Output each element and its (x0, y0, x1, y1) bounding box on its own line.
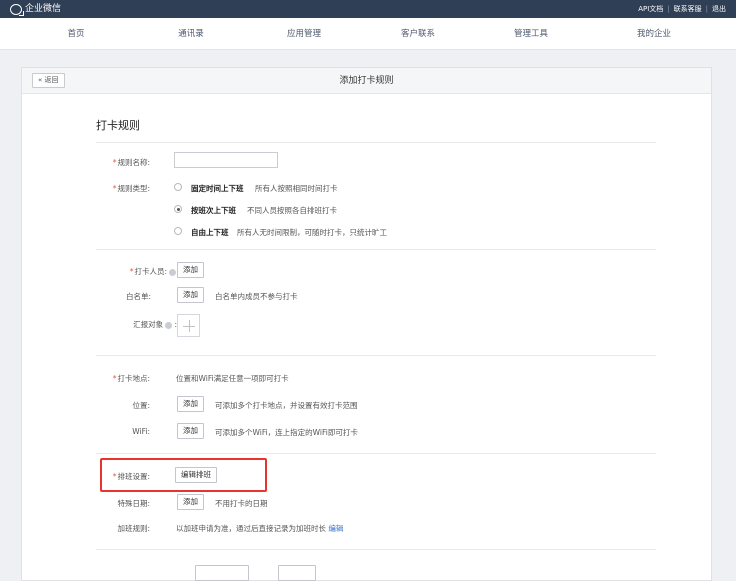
highlight-box (100, 458, 267, 492)
rule-type-desc: 所有人无时间限制，可随时打卡，只统计旷工 (237, 228, 387, 237)
save-button[interactable] (195, 565, 249, 581)
logout-link[interactable]: 退出 (712, 3, 726, 15)
chat-bubble-icon (10, 3, 24, 16)
members-label: *打卡人员: (130, 266, 176, 277)
contact-support-link[interactable]: 联系客服 (674, 3, 702, 15)
add-whitelist-button[interactable]: 添加 (177, 287, 204, 303)
top-bar: 企业微信 API文档 | 联系客服 | 退出 (0, 0, 736, 18)
wifi-desc: 可添加多个WiFi，连上指定的WiFi即可打卡 (215, 428, 358, 437)
nav-item-customers[interactable]: 客户联系 (401, 18, 435, 50)
rule-type-label: *规则类型: (112, 184, 150, 193)
whitelist-desc: 白名单内成员不参与打卡 (215, 292, 298, 301)
panel-header: 添加打卡规则 « 返回 (22, 68, 711, 94)
nav-item-contacts[interactable]: 通讯录 (178, 18, 204, 50)
top-links: API文档 | 联系客服 | 退出 (638, 3, 726, 15)
rule-name-label: *规则名称: (112, 158, 150, 167)
overtime-label: 加班规则: (117, 524, 150, 533)
app-title: 企业微信 (25, 4, 62, 14)
radio-free-time[interactable] (174, 227, 182, 235)
rule-type-name: 按班次上下班 (191, 206, 236, 215)
back-button[interactable]: « 返回 (32, 73, 65, 88)
rule-type-desc: 所有人按照相同时间打卡 (255, 184, 338, 193)
nav-item-tools[interactable]: 管理工具 (514, 18, 548, 50)
app-logo[interactable]: 企业微信 (10, 3, 62, 16)
nav-item-my-company[interactable]: 我的企业 (637, 18, 671, 50)
rule-type-name: 自由上下班 (191, 228, 229, 237)
divider (96, 549, 656, 550)
special-dates-label: 特殊日期: (117, 499, 150, 508)
position-label: 位置: (132, 401, 150, 410)
location-label: *打卡地点: (112, 374, 150, 383)
report-to-label: 汇报对象 : (133, 320, 177, 329)
special-dates-desc: 不用打卡的日期 (215, 499, 268, 508)
api-docs-link[interactable]: API文档 (638, 3, 663, 15)
cancel-button[interactable] (278, 565, 316, 581)
divider (96, 355, 656, 356)
help-icon[interactable] (169, 268, 176, 276)
radio-fixed-time[interactable] (174, 183, 182, 191)
page-title: 添加打卡规则 (339, 76, 394, 86)
divider: | (667, 5, 670, 13)
location-desc: 位置和WiFi满足任意一项即可打卡 (176, 374, 289, 383)
radio-shift-based[interactable] (174, 205, 182, 213)
rule-panel: 添加打卡规则 « 返回 打卡规则 *规则名称: *规则类型: 固定时间上下班 所… (21, 67, 712, 581)
rule-name-input[interactable] (174, 152, 278, 168)
overtime-desc: 以加班申请为准，通过后直接记录为加班时长 编辑 (176, 524, 344, 533)
main-nav: 首页 通讯录 应用管理 客户联系 管理工具 我的企业 (0, 18, 736, 50)
divider (96, 249, 656, 250)
divider: | (705, 5, 708, 13)
wifi-label: WiFi: (132, 427, 150, 436)
add-report-target-button[interactable] (177, 314, 200, 337)
add-wifi-button[interactable]: 添加 (177, 423, 204, 439)
rule-type-desc: 不同人员按照各自排班打卡 (247, 206, 337, 215)
rule-type-name: 固定时间上下班 (191, 184, 244, 193)
whitelist-label: 白名单: (125, 292, 151, 301)
add-special-date-button[interactable]: 添加 (177, 494, 204, 510)
add-position-button[interactable]: 添加 (177, 396, 204, 412)
divider (96, 453, 656, 454)
add-members-button[interactable]: 添加 (177, 262, 204, 278)
position-desc: 可添加多个打卡地点，并设置有效打卡范围 (215, 401, 358, 410)
divider (96, 142, 656, 143)
edit-overtime-link[interactable]: 编辑 (328, 524, 343, 533)
help-icon[interactable] (165, 321, 173, 329)
section-title: 打卡规则 (96, 119, 140, 132)
nav-item-apps[interactable]: 应用管理 (287, 18, 321, 50)
nav-item-home[interactable]: 首页 (67, 18, 84, 50)
